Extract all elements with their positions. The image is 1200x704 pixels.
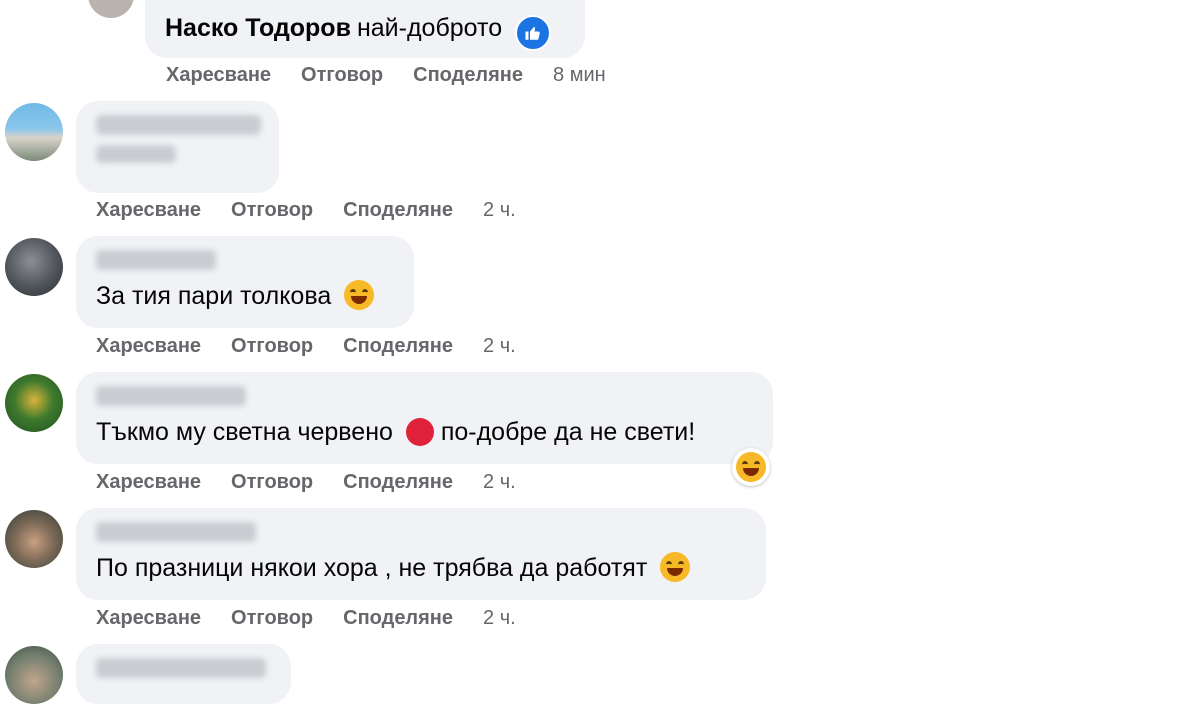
author-name-blurred[interactable] — [96, 115, 261, 135]
comment-bubble — [76, 644, 291, 704]
reply-button[interactable]: Отговор — [231, 471, 313, 494]
comment-text: Наско Тодоров най-доброто — [165, 12, 565, 51]
comment-text-blurred — [96, 145, 176, 163]
comment-actions: Харесване Отговор Споделяне 2 ч. — [96, 471, 516, 494]
author-name-blurred[interactable] — [96, 658, 266, 678]
comment-actions: Харесване Отговор Споделяне 2 ч. — [96, 335, 516, 358]
comment-text: Тъкмо му светна червено по-добре да не с… — [96, 416, 753, 448]
like-button[interactable]: Харесване — [166, 64, 271, 87]
share-button[interactable]: Споделяне — [343, 335, 453, 358]
avatar[interactable] — [5, 374, 63, 432]
laughing-tears-emoji — [660, 552, 691, 582]
comment-text: За тия пари толкова — [96, 280, 394, 312]
comment-bubble: Наско Тодоров най-доброто — [145, 0, 585, 58]
timestamp[interactable]: 2 ч. — [483, 607, 516, 630]
avatar[interactable] — [5, 238, 63, 296]
laugh-reaction-icon[interactable] — [732, 448, 770, 486]
comment-bubble — [76, 101, 279, 193]
timestamp[interactable]: 2 ч. — [483, 199, 516, 222]
like-button[interactable]: Харесване — [96, 335, 201, 358]
comment-body: най-доброто — [356, 14, 503, 42]
author-name-blurred[interactable] — [96, 250, 216, 270]
comment-body: По празници някои хора , не трябва да ра… — [96, 554, 648, 582]
comment-actions: Харесване Отговор Споделяне 2 ч. — [96, 199, 516, 222]
share-button[interactable]: Споделяне — [343, 471, 453, 494]
reply-button[interactable]: Отговор — [301, 64, 383, 87]
red-circle-emoji — [405, 418, 434, 446]
timestamp[interactable]: 2 ч. — [483, 471, 516, 494]
avatar[interactable] — [5, 646, 63, 704]
timestamp[interactable]: 8 мин — [553, 64, 606, 87]
comment-actions: Харесване Отговор Споделяне 8 мин — [166, 64, 606, 87]
avatar[interactable] — [5, 510, 63, 568]
author-name-blurred[interactable] — [96, 522, 256, 542]
like-button[interactable]: Харесване — [96, 607, 201, 630]
share-button[interactable]: Споделяне — [343, 607, 453, 630]
avatar[interactable] — [5, 103, 63, 161]
comment-actions: Харесване Отговор Споделяне 2 ч. — [96, 607, 516, 630]
comment-bubble: Тъкмо му светна червено по-добре да не с… — [76, 372, 773, 464]
like-icon[interactable] — [515, 15, 552, 51]
comment-body: Тъкмо му светна червено — [96, 418, 393, 446]
comment-bubble: За тия пари толкова — [76, 236, 414, 328]
reply-button[interactable]: Отговор — [231, 335, 313, 358]
share-button[interactable]: Споделяне — [343, 199, 453, 222]
like-button[interactable]: Харесване — [96, 471, 201, 494]
share-button[interactable]: Споделяне — [413, 64, 523, 87]
author-name-blurred[interactable] — [96, 386, 246, 406]
reply-button[interactable]: Отговор — [231, 607, 313, 630]
comment-bubble: По празници някои хора , не трябва да ра… — [76, 508, 766, 600]
reply-button[interactable]: Отговор — [231, 199, 313, 222]
comment-body-continued: по-добре да не свети! — [440, 418, 696, 446]
timestamp[interactable]: 2 ч. — [483, 335, 516, 358]
comment-author[interactable]: Наско Тодоров — [165, 14, 351, 42]
avatar[interactable] — [88, 0, 134, 18]
like-button[interactable]: Харесване — [96, 199, 201, 222]
comment-body: За тия пари толкова — [96, 282, 332, 310]
rolling-laugh-emoji — [344, 280, 375, 310]
comment-text: По празници някои хора , не трябва да ра… — [96, 552, 746, 584]
